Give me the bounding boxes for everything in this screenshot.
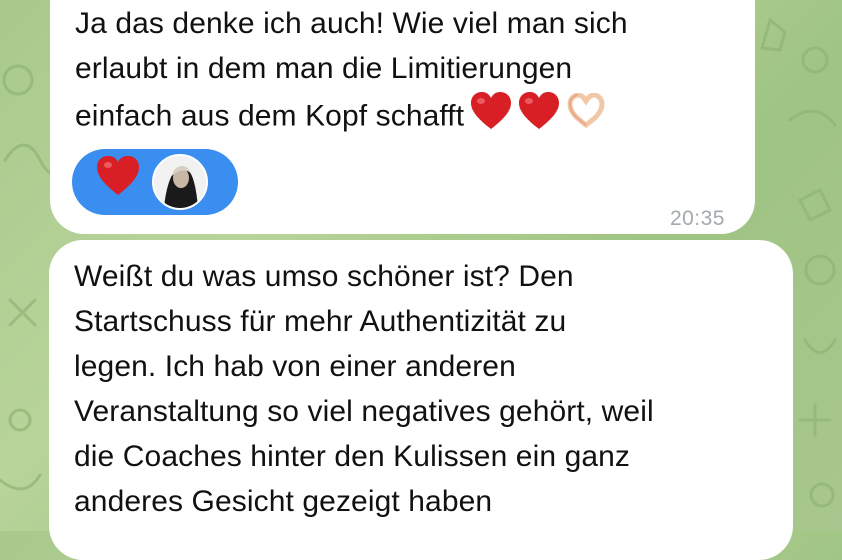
red-heart-icon <box>96 155 140 210</box>
reaction-chip[interactable] <box>72 149 238 215</box>
message-text: Ja das denke ich auch! Wie viel man sich… <box>75 1 733 144</box>
avatar <box>152 154 208 210</box>
heart-hands-icon <box>566 92 606 142</box>
message-text: Weißt du was umso schöner ist? Den Start… <box>74 260 654 518</box>
red-heart-icon <box>518 91 560 144</box>
message-bubble-incoming[interactable]: Ja das denke ich auch! Wie viel man sich… <box>50 0 755 234</box>
message-bubble-incoming[interactable]: Weißt du was umso schöner ist? Den Start… <box>49 240 793 560</box>
red-heart-icon <box>470 91 512 144</box>
message-timestamp: 20:35 <box>669 207 725 230</box>
